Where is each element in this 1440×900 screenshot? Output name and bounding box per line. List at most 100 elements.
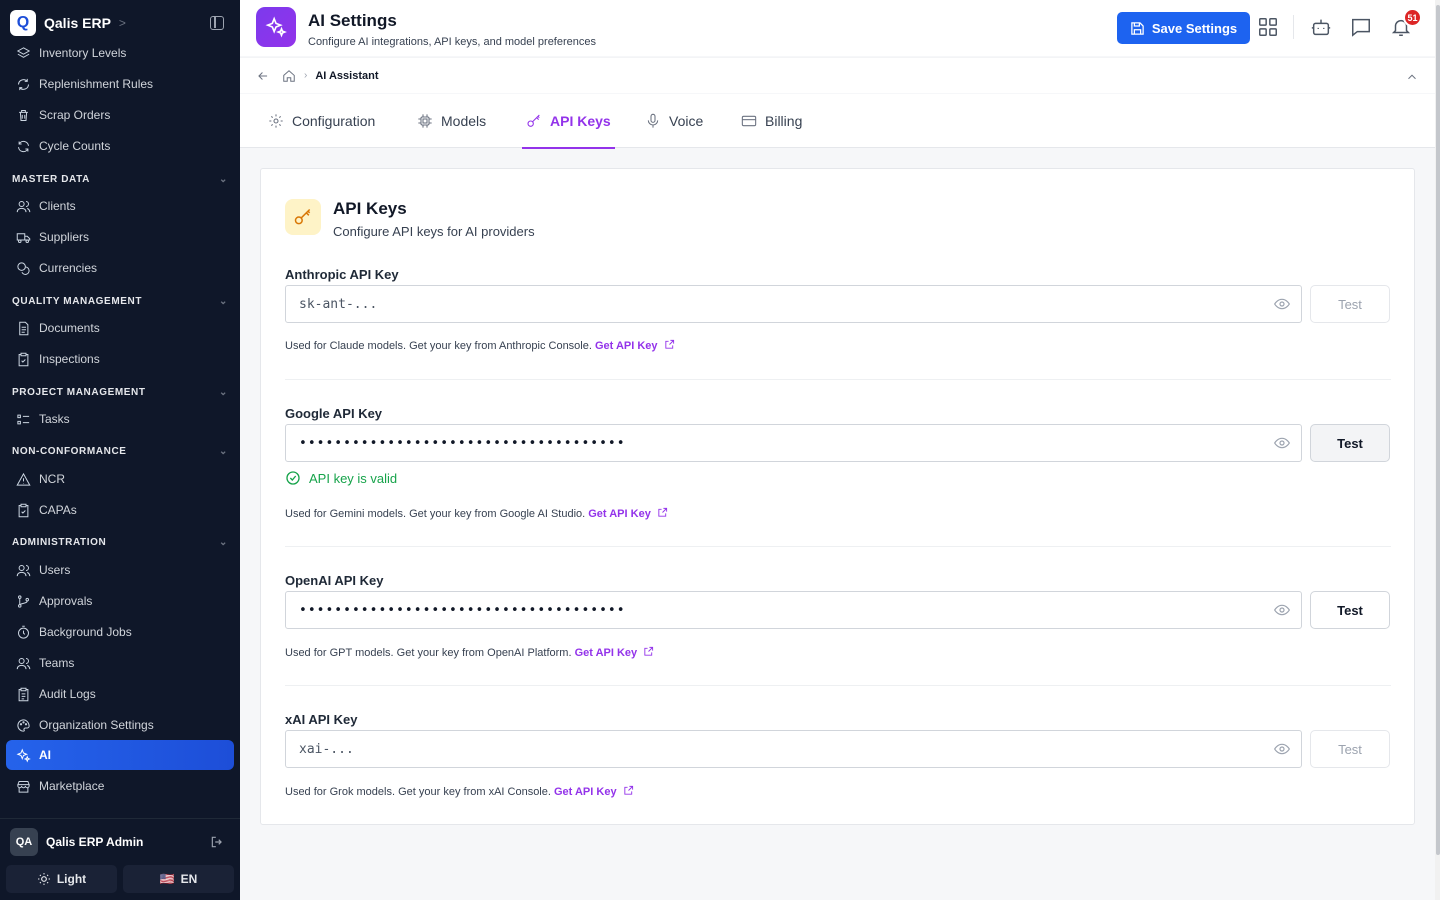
google-help-text: Used for Gemini models. Get your key fro… <box>285 507 668 520</box>
language-label: EN <box>180 872 198 886</box>
sidebar-item-label: Tasks <box>39 412 70 426</box>
sidebar-item-currencies[interactable]: Currencies <box>6 253 234 283</box>
sidebar-item-ai[interactable]: AI <box>6 740 234 770</box>
section-title: ADMINISTRATION <box>12 536 107 548</box>
sidebar-item-tasks[interactable]: Tasks <box>6 404 234 434</box>
help-text: Used for Claude models. Get your key fro… <box>285 340 592 352</box>
google-test-button[interactable]: Test <box>1310 424 1390 462</box>
tab-voice[interactable]: Voice <box>645 94 703 148</box>
sidebar-item-ncr[interactable]: NCR <box>6 464 234 494</box>
openai-key-input[interactable]: ••••••••••••••••••••••••••••••••••••• <box>285 591 1302 629</box>
sidebar-item-marketplace[interactable]: Marketplace <box>6 771 234 801</box>
home-icon[interactable] <box>282 69 296 83</box>
sidebar-item-teams[interactable]: Teams <box>6 648 234 678</box>
eye-icon[interactable] <box>1274 436 1290 450</box>
git-branch-icon <box>18 594 29 608</box>
section-administration[interactable]: ADMINISTRATION ⌄ <box>12 532 228 552</box>
tab-billing[interactable]: Billing <box>741 94 802 148</box>
palette-icon <box>17 718 30 732</box>
sun-icon <box>37 873 50 885</box>
tab-models[interactable]: Models <box>417 94 486 148</box>
eye-icon[interactable] <box>1274 603 1290 617</box>
chevron-down-icon: ⌄ <box>219 295 228 307</box>
sidebar-item-approvals[interactable]: Approvals <box>6 586 234 616</box>
chevron-down-icon: ⌄ <box>219 536 228 548</box>
tab-configuration[interactable]: Configuration <box>268 94 375 148</box>
section-non-conformance[interactable]: NON-CONFORMANCE ⌄ <box>12 441 228 461</box>
tab-api-keys[interactable]: API Keys <box>522 94 615 149</box>
eye-icon[interactable] <box>1274 742 1290 756</box>
save-settings-button[interactable]: Save Settings <box>1117 12 1250 44</box>
tab-label: API Keys <box>550 113 611 129</box>
anthropic-key-label: Anthropic API Key <box>285 267 399 282</box>
header-divider <box>1293 15 1294 39</box>
page-title: AI Settings <box>308 11 397 30</box>
sidebar-item-audit-logs[interactable]: Audit Logs <box>6 679 234 709</box>
sidebar-item-label: Marketplace <box>39 779 105 793</box>
xai-test-button[interactable]: Test <box>1310 730 1390 768</box>
clipboard-list-icon <box>18 687 29 701</box>
google-key-input[interactable]: ••••••••••••••••••••••••••••••••••••• <box>285 424 1302 462</box>
settings-tabs: Configuration Models API Keys Voice Bill… <box>240 94 1435 149</box>
language-button[interactable]: 🇺🇸 EN <box>123 865 234 893</box>
section-master-data[interactable]: MASTER DATA ⌄ <box>12 169 228 189</box>
section-quality-management[interactable]: QUALITY MANAGEMENT ⌄ <box>12 291 228 311</box>
sidebar-item-documents[interactable]: Documents <box>6 313 234 343</box>
theme-label: Light <box>56 872 87 886</box>
back-arrow-icon[interactable] <box>256 69 270 83</box>
clipboard-check-icon <box>18 352 29 366</box>
link-label: Get API Key <box>574 647 638 659</box>
openai-test-button[interactable]: Test <box>1310 591 1390 629</box>
scrollbar-thumb[interactable] <box>1436 5 1440 855</box>
ai-sparkles-icon <box>256 7 296 47</box>
section-project-management[interactable]: PROJECT MANAGEMENT ⌄ <box>12 382 228 402</box>
chevron-down-icon: ⌄ <box>219 386 228 398</box>
google-get-key-link[interactable]: Get API Key <box>588 507 668 520</box>
messages-button[interactable] <box>1350 16 1372 38</box>
logout-icon[interactable] <box>210 835 224 849</box>
sidebar-item-cycle-counts[interactable]: Cycle Counts <box>6 131 234 161</box>
sidebar-item-capas[interactable]: CAPAs <box>6 495 234 525</box>
check-circle-icon <box>286 471 300 485</box>
sidebar-item-suppliers[interactable]: Suppliers <box>6 222 234 252</box>
page-subtitle: Configure AI integrations, API keys, and… <box>308 36 596 48</box>
sidebar-item-replenishment-rules[interactable]: Replenishment Rules <box>6 69 234 99</box>
sidebar-item-label: Background Jobs <box>39 625 132 639</box>
store-icon <box>17 780 30 793</box>
tab-label: Voice <box>669 113 704 129</box>
anthropic-get-key-link[interactable]: Get API Key <box>595 339 675 352</box>
external-link-icon <box>658 507 667 517</box>
xai-key-label: xAI API Key <box>285 712 358 727</box>
sidebar-item-inventory-levels[interactable]: Inventory Levels <box>6 38 234 68</box>
sidebar-item-label: Users <box>39 563 71 577</box>
sidebar-item-label: Inventory Levels <box>39 46 127 60</box>
users-icon <box>16 657 31 669</box>
anthropic-test-button[interactable]: Test <box>1310 285 1390 323</box>
link-label: Get API Key <box>554 786 617 798</box>
sidebar-item-inspections[interactable]: Inspections <box>6 344 234 374</box>
sidebar-toggle-icon[interactable] <box>210 16 224 30</box>
chevron-up-icon[interactable] <box>1405 70 1419 84</box>
anthropic-key-input[interactable]: sk-ant-... <box>285 285 1302 323</box>
bot-icon <box>1311 19 1331 36</box>
sidebar-item-users[interactable]: Users <box>6 555 234 585</box>
brand-name: Qalis ERP <box>44 15 111 31</box>
notification-badge: 51 <box>1403 8 1422 27</box>
openai-get-key-link[interactable]: Get API Key <box>574 646 655 659</box>
apps-grid-button[interactable] <box>1257 16 1279 38</box>
sidebar-item-background-jobs[interactable]: Background Jobs <box>6 617 234 647</box>
external-link-icon <box>644 646 654 656</box>
xai-key-input[interactable]: xai-... <box>285 730 1302 768</box>
eye-icon[interactable] <box>1274 297 1290 311</box>
sidebar: Q Qalis ERP > Inventory Levels Replenish… <box>0 0 240 900</box>
sidebar-item-scrap-orders[interactable]: Scrap Orders <box>6 100 234 130</box>
sidebar-user[interactable]: QA Qalis ERP Admin <box>0 818 240 864</box>
sidebar-item-clients[interactable]: Clients <box>6 191 234 221</box>
xai-get-key-link[interactable]: Get API Key <box>554 785 634 798</box>
sidebar-item-organization-settings[interactable]: Organization Settings <box>6 710 234 740</box>
tab-label: Billing <box>765 113 803 129</box>
theme-toggle-button[interactable]: Light <box>6 865 117 893</box>
chevron-down-icon: ⌄ <box>219 173 228 185</box>
document-icon <box>19 321 29 335</box>
ai-assistant-button[interactable] <box>1310 16 1332 38</box>
